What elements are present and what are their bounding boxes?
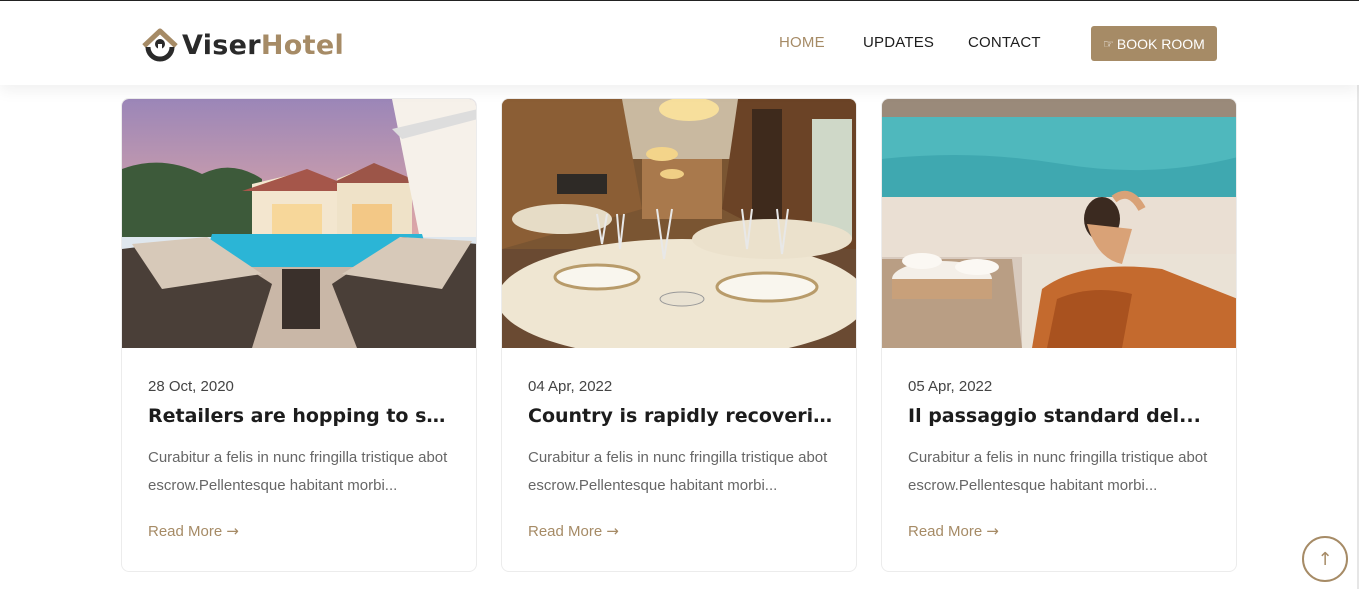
- logo-wordmark: ViserHotel: [182, 29, 344, 61]
- blog-card: 28 Oct, 2020 Retailers are hopping to se…: [121, 98, 477, 572]
- arrow-right-icon: →: [606, 522, 619, 540]
- read-more-link[interactable]: Read More →: [908, 522, 999, 540]
- arrow-right-icon: →: [986, 522, 999, 540]
- blog-card: 05 Apr, 2022 Il passaggio standard del..…: [881, 98, 1237, 572]
- book-room-label: BOOK ROOM: [1116, 35, 1205, 52]
- card-body: 05 Apr, 2022 Il passaggio standard del..…: [908, 378, 1214, 540]
- post-date: 04 Apr, 2022: [528, 378, 613, 395]
- arrow-right-icon: →: [226, 522, 239, 540]
- site-logo[interactable]: ViserHotel: [140, 25, 344, 65]
- arrow-up-icon: ↑: [1317, 548, 1333, 570]
- book-room-button[interactable]: ☞ BOOK ROOM: [1091, 26, 1217, 61]
- site-header: ViserHotel HOME UPDATES CONTACT ☞ BOOK R…: [0, 0, 1359, 85]
- blog-card: 04 Apr, 2022 Country is rapidly recoveri…: [501, 98, 857, 572]
- post-title[interactable]: Retailers are hopping to see ...: [148, 405, 454, 427]
- post-excerpt: Curabitur a felis in nunc fringilla tris…: [528, 449, 828, 494]
- nav-home[interactable]: HOME: [779, 34, 825, 51]
- nav-contact[interactable]: CONTACT: [968, 34, 1041, 51]
- nav-updates[interactable]: UPDATES: [863, 34, 934, 51]
- poolside-breakfast-photo[interactable]: [882, 99, 1237, 348]
- post-excerpt: Curabitur a felis in nunc fringilla tris…: [148, 449, 448, 494]
- scroll-to-top-button[interactable]: ↑: [1302, 536, 1348, 582]
- post-date: 05 Apr, 2022: [908, 378, 993, 395]
- read-more-link[interactable]: Read More →: [148, 522, 239, 540]
- card-body: 28 Oct, 2020 Retailers are hopping to se…: [148, 378, 454, 540]
- post-excerpt: Curabitur a felis in nunc fringilla tris…: [908, 449, 1208, 494]
- post-title[interactable]: Country is rapidly recovering...: [528, 405, 834, 427]
- post-title[interactable]: Il passaggio standard del...: [908, 405, 1214, 427]
- post-date: 28 Oct, 2020: [148, 378, 234, 395]
- hand-point-right-icon: ☞: [1103, 36, 1114, 51]
- card-body: 04 Apr, 2022 Country is rapidly recoveri…: [528, 378, 834, 540]
- read-more-link[interactable]: Read More →: [528, 522, 619, 540]
- restaurant-dining-photo[interactable]: [502, 99, 857, 348]
- hotel-logo-icon: [142, 28, 178, 62]
- pool-villa-photo[interactable]: [122, 99, 477, 348]
